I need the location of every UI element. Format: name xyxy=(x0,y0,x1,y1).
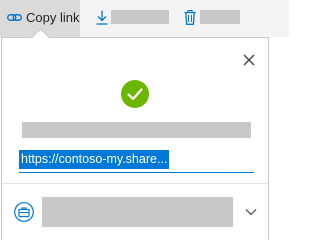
chevron-down-icon[interactable] xyxy=(245,208,257,216)
link-settings-label-redacted xyxy=(42,197,233,227)
delete-label-redacted[interactable] xyxy=(200,10,240,24)
link-settings-row[interactable] xyxy=(2,184,268,241)
link-created-message-redacted xyxy=(22,122,251,138)
share-link-panel: https://contoso-my.share... xyxy=(1,37,269,240)
link-url-field[interactable]: https://contoso-my.share... xyxy=(19,150,254,173)
download-icon[interactable] xyxy=(96,10,108,25)
checkmark-circle-icon xyxy=(121,80,149,108)
copy-link-label: Copy link xyxy=(26,10,80,25)
link-icon xyxy=(7,14,22,21)
link-settings-icon xyxy=(14,202,34,222)
download-label-redacted[interactable] xyxy=(111,10,169,24)
trash-icon[interactable] xyxy=(184,10,196,25)
link-url-text[interactable]: https://contoso-my.share... xyxy=(19,150,170,169)
close-icon[interactable] xyxy=(240,51,258,69)
